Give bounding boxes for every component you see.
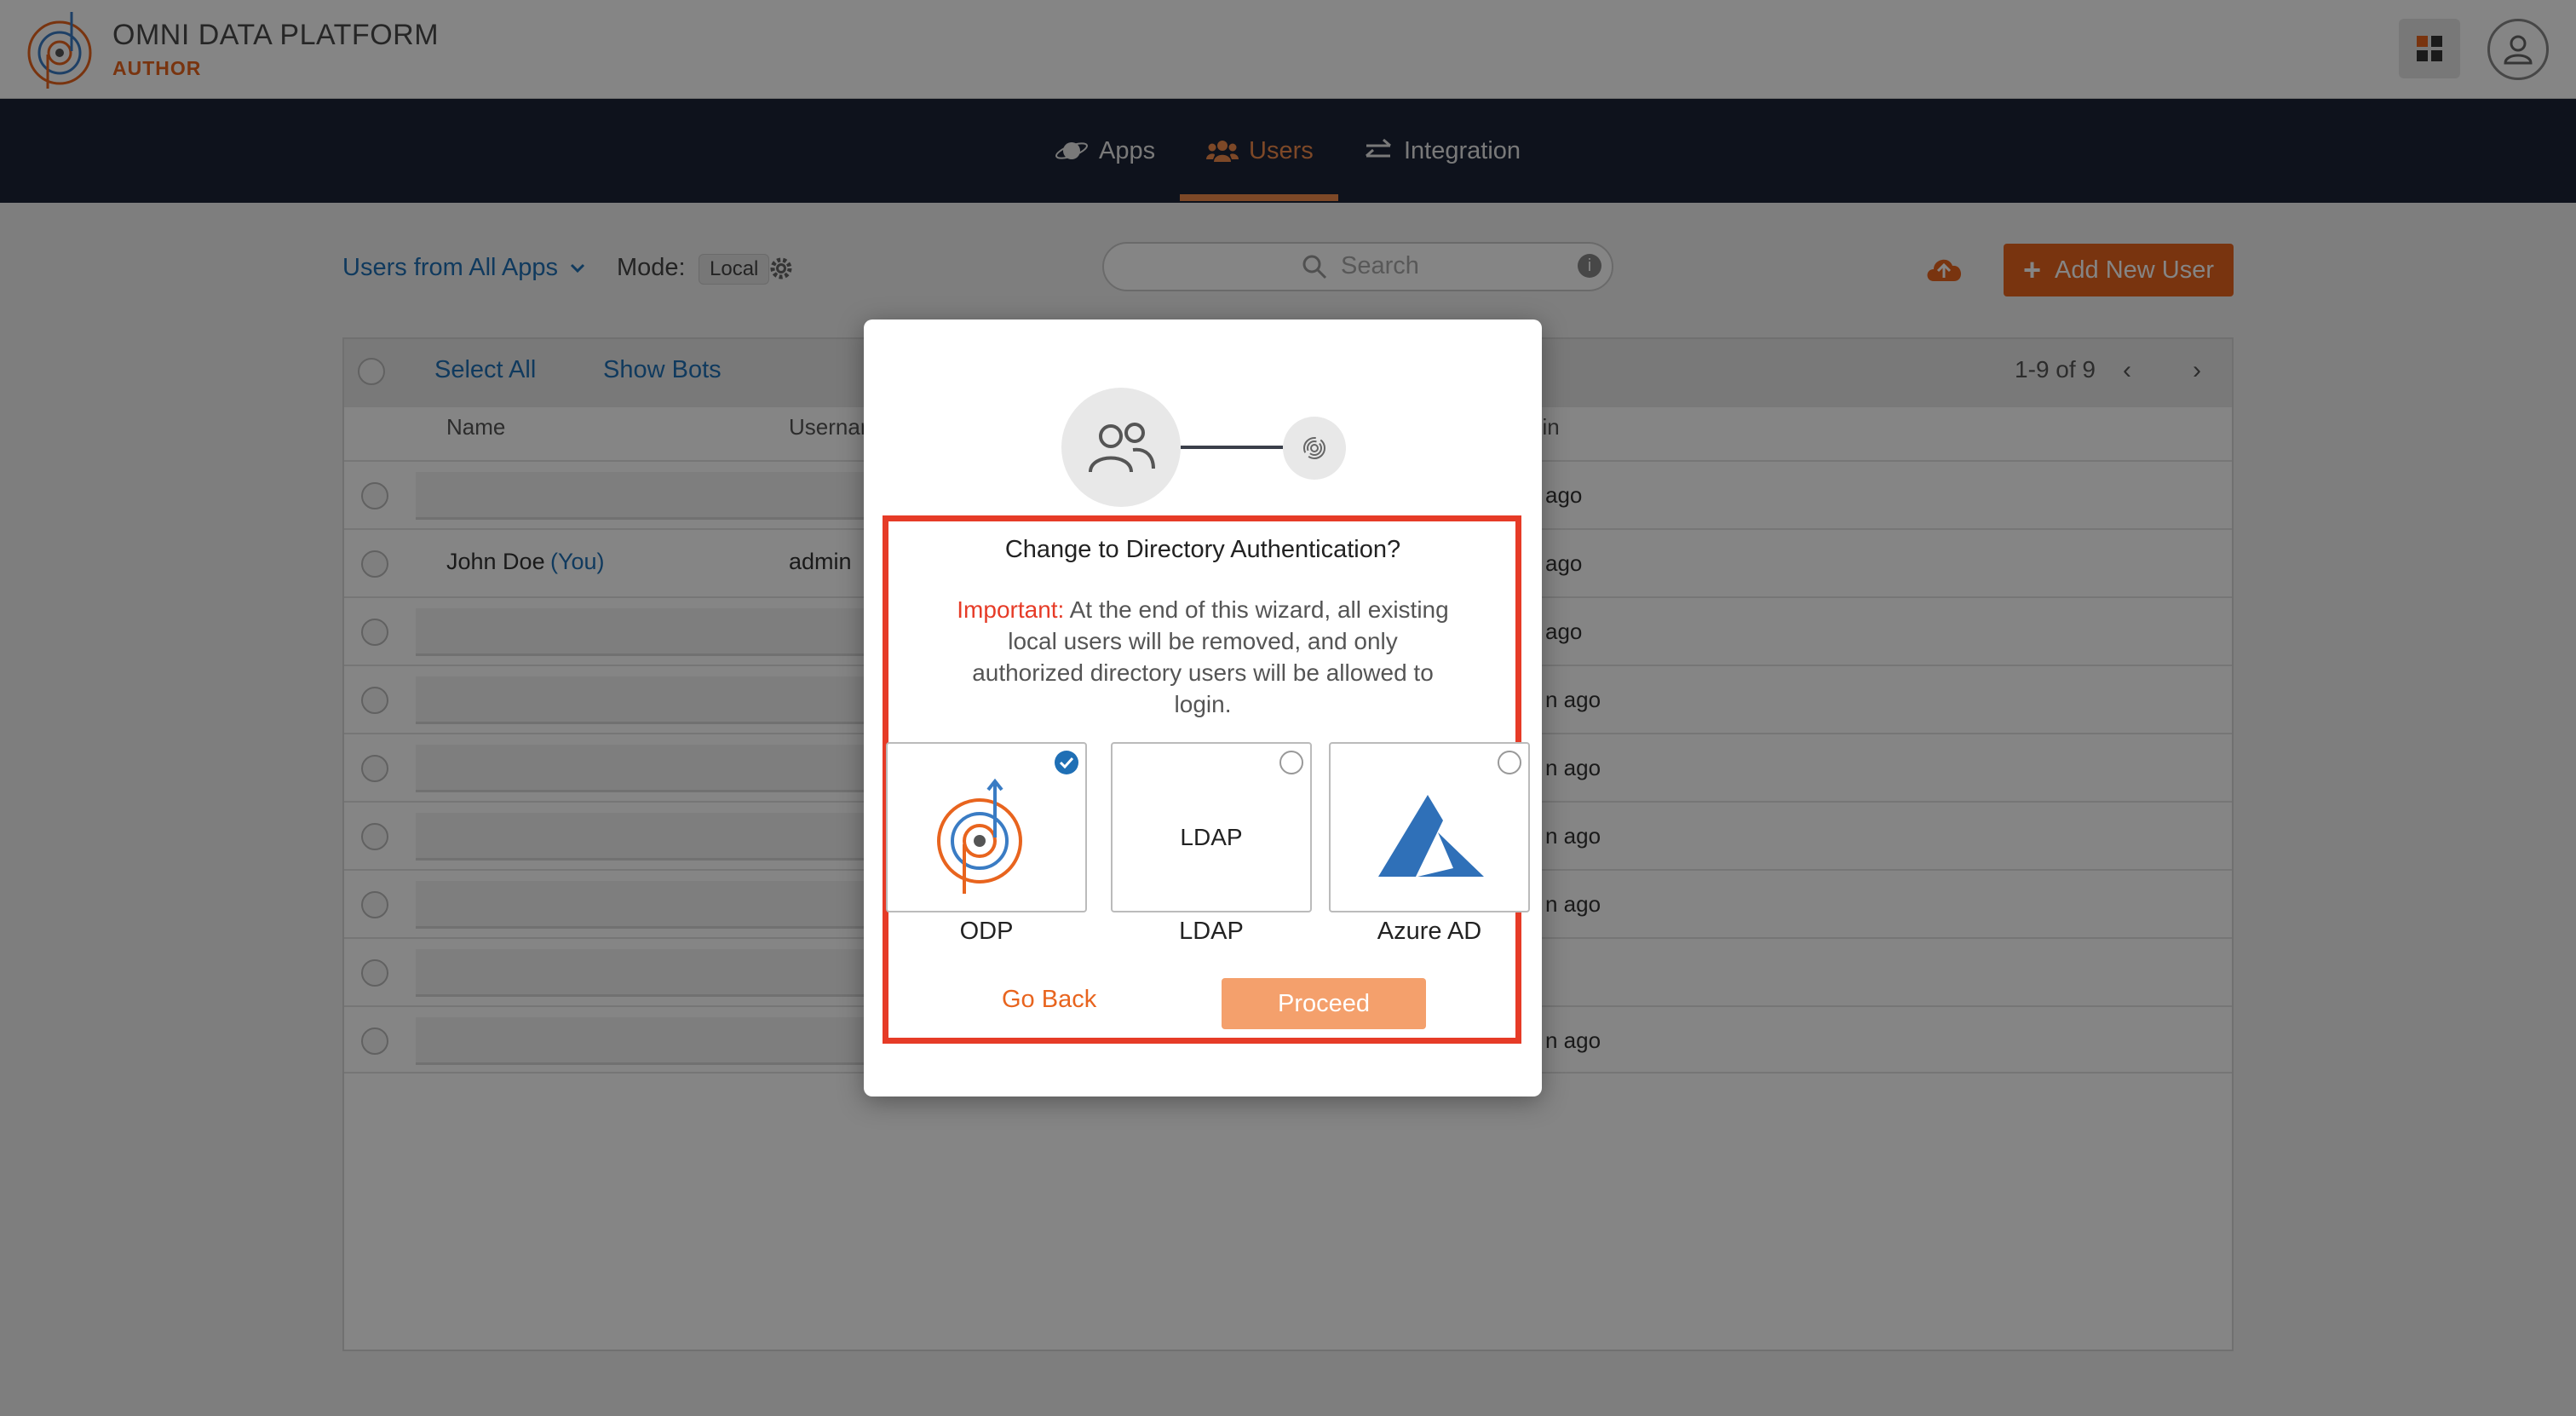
fingerprint-icon: [1303, 437, 1325, 459]
wizard-step-auth: [1283, 417, 1346, 480]
azure-logo-icon: [1378, 795, 1484, 877]
modal-message: Important: At the end of this wizard, al…: [949, 594, 1457, 720]
proceed-button[interactable]: Proceed: [1222, 978, 1426, 1029]
option-label-azure: Azure AD: [1377, 918, 1482, 945]
users-icon: [1089, 423, 1155, 473]
wizard-step-users: [1061, 388, 1181, 507]
option-label-ldap: LDAP: [1179, 918, 1244, 945]
azure-radio[interactable]: [1498, 751, 1521, 774]
option-label-odp: ODP: [959, 918, 1014, 945]
directory-auth-modal: Change to Directory Authentication? Impo…: [864, 319, 1542, 1097]
important-label: Important:: [957, 596, 1065, 623]
odp-logo-icon: [937, 778, 1022, 894]
option-card-odp[interactable]: [886, 742, 1087, 912]
ldap-radio[interactable]: [1279, 751, 1303, 774]
wizard-step-connector: [1181, 446, 1283, 449]
option-card-azure[interactable]: [1329, 742, 1530, 912]
ldap-card-text: LDAP: [1180, 824, 1243, 850]
modal-title: Change to Directory Authentication?: [1004, 536, 1401, 563]
go-back-button[interactable]: Go Back: [1002, 986, 1096, 1014]
checkmark-icon: [1059, 757, 1074, 768]
odp-radio-checked[interactable]: [1055, 751, 1078, 774]
option-card-ldap[interactable]: LDAP: [1111, 742, 1312, 912]
